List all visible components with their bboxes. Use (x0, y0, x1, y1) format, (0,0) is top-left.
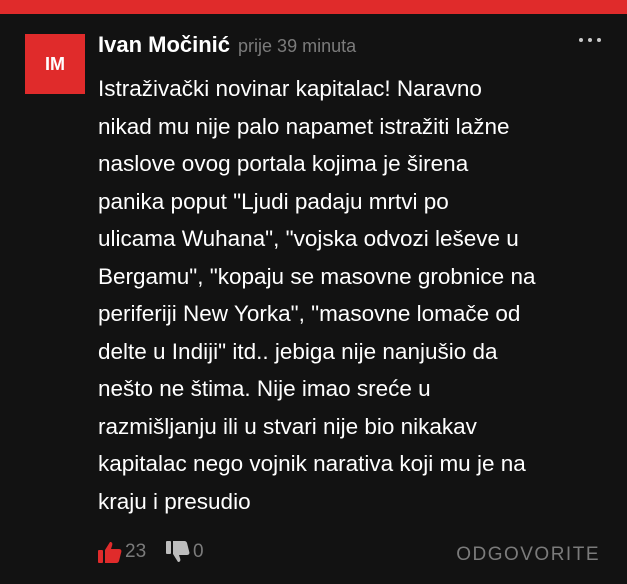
upvote-button[interactable]: 23 (98, 541, 146, 563)
more-dot (588, 38, 592, 42)
comment-line: Bergamu", "kopaju se masovne grobnice na (98, 263, 536, 289)
comment-footer: 23 0 ODGOVORITE (98, 541, 600, 571)
comment-line: delte u Indiji" itd.. jebiga nije nanjuš… (98, 338, 498, 364)
avatar[interactable]: IM (25, 34, 85, 94)
comment-line: periferiji New Yorka", "masovne lomače o… (98, 301, 521, 326)
comment-line: kraju i presudio (98, 488, 251, 514)
comment-line: ulicama Wuhana", "vojska odvozi leševe u (98, 226, 519, 251)
comment-line: kapitalac nego vojnik narativa koji mu j… (98, 451, 526, 476)
top-accent-bar (0, 0, 627, 14)
thumbs-down-icon (166, 541, 190, 563)
comment-line: panika poput "Ljudi padaju mrtvi po (98, 188, 449, 214)
comment-body: Istraživački novinar kapitalac! Naravno n… (98, 70, 598, 520)
author-name[interactable]: Ivan Močinić (98, 32, 230, 58)
comment-line: Istraživački novinar kapitalac! Naravno (98, 76, 482, 101)
more-options-icon[interactable] (579, 38, 601, 42)
comment-line: naslove ovog portala kojima je širena (98, 151, 469, 176)
downvote-count: 0 (193, 541, 204, 562)
reply-button[interactable]: ODGOVORITE (456, 544, 600, 566)
comment-line: nikad mu nije palo napamet istražiti laž… (98, 113, 510, 139)
comment-header: Ivan Močinić prije 39 minuta (98, 32, 356, 58)
upvote-count: 23 (125, 541, 147, 562)
comment-timestamp: prije 39 minuta (238, 36, 357, 56)
more-dot (597, 38, 601, 42)
thumbs-up-icon (98, 541, 122, 563)
comment-card: IM Ivan Močinić prije 39 minuta Istraživ… (0, 14, 627, 584)
downvote-button[interactable]: 0 (166, 541, 204, 563)
comment-line: razmišljanju ili u stvari nije bio nikak… (98, 413, 477, 439)
comment-line: nešto ne štima. Nije imao sreće u (98, 376, 431, 401)
more-dot (579, 38, 583, 42)
